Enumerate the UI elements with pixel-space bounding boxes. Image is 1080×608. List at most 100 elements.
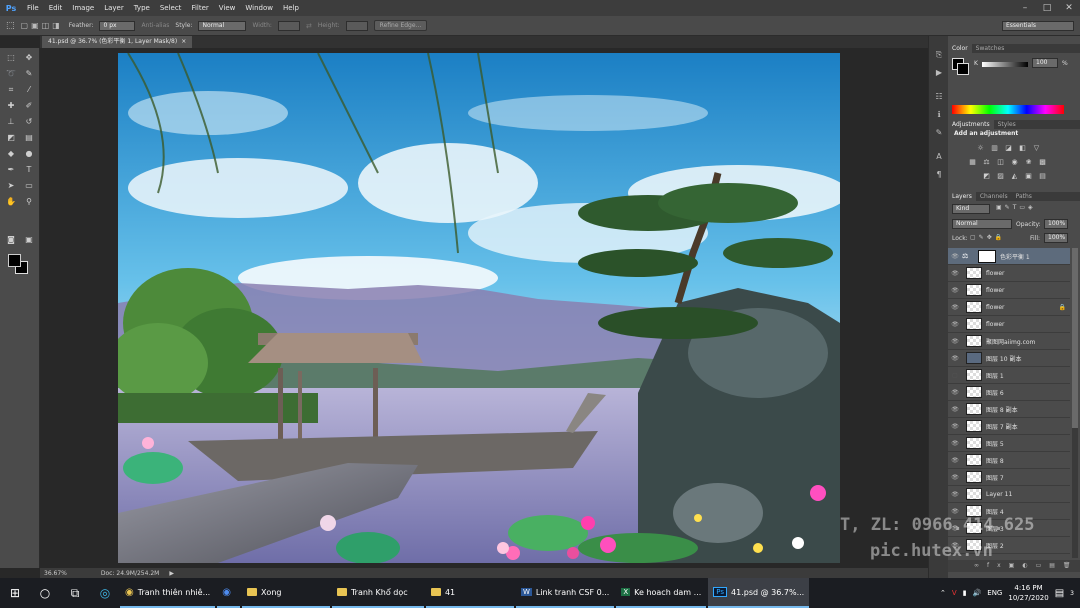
curves-adjust-icon[interactable]: ◪ (1004, 144, 1013, 152)
tab-channels[interactable]: Channels (976, 192, 1012, 201)
screen-mode-icon[interactable]: ▣ (22, 234, 36, 246)
taskbar-folder-41[interactable]: 41 (425, 578, 514, 608)
lasso-tool-icon[interactable]: ➰ (4, 68, 18, 80)
vibrance-adjust-icon[interactable]: ▽ (1032, 144, 1041, 152)
character-panel-icon[interactable]: A (932, 152, 946, 164)
selective-color-adjust-icon[interactable]: ▣ (1024, 172, 1033, 180)
menu-view[interactable]: View (214, 4, 241, 12)
menu-layer[interactable]: Layer (99, 4, 129, 12)
taskbar-folder-xong[interactable]: Xong (241, 578, 330, 608)
feather-input[interactable]: 0 px (99, 20, 136, 31)
style-select[interactable]: Normal (198, 20, 247, 31)
minimize-button[interactable]: – (1014, 3, 1036, 13)
status-menu-arrow-icon[interactable]: ▶ (169, 570, 174, 577)
taskbar-folder-tranh[interactable]: Tranh Khổ dọc (331, 578, 424, 608)
visibility-eye-icon[interactable]: 👁 (948, 406, 962, 413)
layer-row[interactable]: 👁 图层 5 (948, 435, 1070, 452)
tab-swatches[interactable]: Swatches (972, 44, 1009, 53)
visibility-eye-icon[interactable]: 👁 (948, 457, 962, 464)
fill-input[interactable]: 100% (1044, 233, 1068, 243)
quick-mask-icon[interactable]: ◙ (4, 234, 18, 246)
menu-filter[interactable]: Filter (186, 4, 213, 12)
width-input[interactable] (277, 20, 300, 31)
notification-icon[interactable]: ▤ (1055, 588, 1064, 599)
menu-select[interactable]: Select (155, 4, 187, 12)
filter-type-icons[interactable]: ▣✎T▭◈ (996, 204, 1036, 211)
marquee-tool-preset-icon[interactable]: ⬚ (6, 21, 15, 31)
color-spectrum[interactable] (952, 105, 1064, 114)
layer-row[interactable]: 👁 flower (948, 316, 1070, 333)
tray-app-icon[interactable]: V (952, 589, 957, 597)
type-tool-icon[interactable]: T (22, 164, 36, 176)
layer-row[interactable]: 👁 flower (948, 282, 1070, 299)
workspace-select[interactable]: Essentials (1002, 20, 1074, 31)
gradient-tool-icon[interactable]: ▤ (22, 132, 36, 144)
edge-icon[interactable]: ◎ (90, 586, 120, 600)
tab-layers[interactable]: Layers (948, 192, 976, 201)
photo-filter-adjust-icon[interactable]: ◉ (1010, 158, 1019, 166)
zoom-level[interactable]: 36.67% (44, 570, 67, 577)
visibility-eye-icon[interactable]: 👁 (948, 491, 962, 498)
taskbar-word-window[interactable]: W Link tranh CSF 0... (515, 578, 615, 608)
visibility-eye-icon[interactable]: 👁 (948, 389, 962, 396)
brush-tool-icon[interactable]: ✐ (22, 100, 36, 112)
invert-adjust-icon[interactable]: ◩ (982, 172, 991, 180)
exposure-adjust-icon[interactable]: ◧ (1018, 144, 1027, 152)
menu-edit[interactable]: Edit (44, 4, 68, 12)
move-tool-icon[interactable]: ✥ (22, 52, 36, 64)
taskbar-chrome-window-2[interactable]: ◉ (217, 578, 240, 608)
visibility-eye-icon[interactable]: 👁 (948, 355, 962, 362)
posterize-adjust-icon[interactable]: ▨ (996, 172, 1005, 180)
color-bg-swatch[interactable] (957, 63, 969, 75)
refine-edge-button[interactable]: Refine Edge... (373, 20, 428, 31)
task-view-icon[interactable]: ⧉ (60, 586, 90, 601)
document-tab[interactable]: 41.psd @ 36.7% (色彩平衡 1, Layer Mask/8) × (42, 36, 193, 48)
tab-color[interactable]: Color (948, 44, 972, 53)
path-selection-tool-icon[interactable]: ➤ (4, 180, 18, 192)
visibility-eye-icon[interactable]: 👁 (948, 287, 962, 294)
blur-tool-icon[interactable]: ◆ (4, 148, 18, 160)
layer-row[interactable]: 👁 图层 7 (948, 469, 1070, 486)
maximize-button[interactable]: □ (1036, 3, 1058, 13)
channel-mixer-adjust-icon[interactable]: ❀ (1024, 158, 1033, 166)
crop-tool-icon[interactable]: ⌗ (4, 84, 18, 96)
levels-adjust-icon[interactable]: ▥ (990, 144, 999, 152)
windows-start-icon[interactable]: ⊞ (0, 586, 30, 600)
marquee-tool-icon[interactable]: ⬚ (4, 52, 18, 64)
height-input[interactable] (345, 20, 368, 31)
layer-row[interactable]: 👁 图层 6 (948, 384, 1070, 401)
paragraph-panel-icon[interactable]: ¶ (932, 170, 946, 182)
shape-tool-icon[interactable]: ▭ (22, 180, 36, 192)
brightness-adjust-icon[interactable]: ☼ (976, 144, 985, 152)
gradient-map-adjust-icon[interactable]: ▤ (1038, 172, 1047, 180)
visibility-eye-icon[interactable]: 👁 (948, 440, 962, 447)
selection-mode-icons[interactable]: ▢▣◫◨ (21, 21, 63, 30)
tab-styles[interactable]: Styles (994, 120, 1020, 129)
tab-adjustments[interactable]: Adjustments (948, 120, 994, 129)
black-white-adjust-icon[interactable]: ◫ (996, 158, 1005, 166)
color-lookup-adjust-icon[interactable]: ▩ (1038, 158, 1047, 166)
volume-icon[interactable]: 🔊 (973, 589, 982, 597)
visibility-eye-icon[interactable]: 👁 (948, 304, 962, 311)
layer-row[interactable]: 👁 图层 8 (948, 452, 1070, 469)
visibility-eye-icon[interactable]: 👁 (948, 474, 962, 481)
layer-row[interactable]: 👁 flower (948, 265, 1070, 282)
antialias-checkbox[interactable]: Anti-alias (141, 22, 169, 29)
visibility-eye-icon[interactable]: 👁 (948, 270, 962, 277)
clock[interactable]: 4:16 PM 10/27/2020 (1008, 583, 1048, 603)
hand-tool-icon[interactable]: ✋ (4, 196, 18, 208)
layer-row[interactable]: 👁 ⚖ 色彩平衡 1 (948, 248, 1070, 265)
language-indicator[interactable]: ENG (987, 589, 1002, 597)
layer-row[interactable]: 👁 图层 7 副本 (948, 418, 1070, 435)
visibility-eye-icon[interactable]: ▢ (948, 372, 962, 379)
swap-dimensions-icon[interactable]: ⇄ (306, 22, 312, 30)
layers-scrollbar[interactable] (1072, 248, 1078, 558)
document-tab-close-icon[interactable]: × (181, 36, 186, 48)
dodge-tool-icon[interactable]: ● (22, 148, 36, 160)
search-icon[interactable]: ○ (30, 586, 60, 600)
taskbar-chrome-window[interactable]: ◉ Tranh thiên nhiê... (120, 578, 216, 608)
history-panel-icon[interactable]: ⎘ (932, 50, 946, 62)
visibility-eye-icon[interactable]: 👁 (948, 321, 962, 328)
zoom-tool-icon[interactable]: ⚲ (22, 196, 36, 208)
brush-panel-icon[interactable]: ✎ (932, 128, 946, 140)
